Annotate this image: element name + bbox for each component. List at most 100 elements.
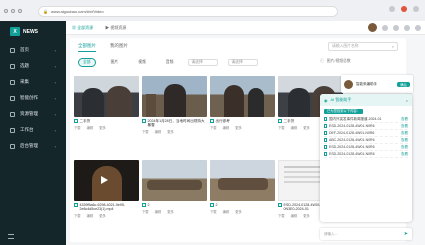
sidebar-item-home[interactable]: 首页 › — [0, 43, 66, 57]
checkbox[interactable] — [210, 119, 214, 123]
view-link[interactable]: 查看 — [401, 117, 408, 122]
edit-button[interactable]: 编辑 — [87, 125, 94, 130]
download-button[interactable]: 下载 — [210, 125, 217, 130]
more-button[interactable]: 更多 — [235, 125, 242, 130]
media-card[interactable]: 2 下载 编辑 更多 — [210, 160, 275, 218]
filter-video[interactable]: 视频 — [133, 58, 151, 67]
sidebar-item-resources[interactable]: 资源管理 › — [0, 107, 66, 121]
address-bar[interactable]: 🔒 www.aigoubao.com/#/nfVideo — [38, 6, 338, 17]
thumbnail[interactable] — [74, 160, 139, 201]
chat-input[interactable]: 请输入... ➤ — [320, 228, 412, 240]
content-tabs: 全部图片 我的图片 — [78, 43, 128, 52]
download-button[interactable]: 下载 — [74, 125, 81, 130]
sidebar-item-create[interactable]: 智能创作 › — [0, 91, 66, 105]
thumbnail[interactable] — [142, 76, 207, 117]
more-button[interactable]: 更多 — [235, 209, 242, 214]
edit-button[interactable]: 编辑 — [291, 213, 298, 218]
settings-icon[interactable] — [415, 24, 421, 31]
tab-my-images[interactable]: 我的图片 — [110, 43, 128, 52]
home-icon — [10, 47, 15, 53]
edit-button[interactable]: 编辑 — [155, 209, 162, 214]
collapse-icon[interactable] — [8, 234, 14, 239]
checkbox[interactable] — [278, 119, 282, 123]
tab-all-images[interactable]: 全部图片 — [78, 43, 96, 52]
result-item[interactable]: ESD-2024-0128-4W01-N0R6 查看 — [324, 151, 408, 158]
download-button[interactable]: 下载 — [142, 209, 149, 214]
type-select[interactable]: 请选择 — [188, 59, 219, 66]
result-text: 国内外突发事件新闻报道-2024-01 — [329, 116, 382, 121]
sidebar-item-collect[interactable]: 采集 › — [0, 75, 66, 89]
media-card[interactable]: 二手货 下载 编辑 更多 — [74, 76, 139, 134]
edit-button[interactable]: 编辑 — [155, 129, 162, 134]
download-button[interactable]: 下载 — [278, 213, 285, 218]
assistant-intro: 已为您找到以下内容： — [324, 109, 408, 114]
top-tab-video[interactable]: ▶ 视频资源 — [105, 25, 126, 31]
edit-button[interactable]: 编辑 — [223, 125, 230, 130]
checkbox[interactable] — [210, 203, 214, 207]
checkbox[interactable] — [142, 119, 146, 123]
extension-icon[interactable] — [389, 6, 395, 12]
thumbnail[interactable] — [74, 76, 139, 117]
forward-icon[interactable] — [11, 8, 15, 13]
view-link[interactable]: 查看 — [401, 131, 408, 136]
reload-icon[interactable] — [18, 8, 22, 13]
thumbnail[interactable] — [210, 160, 275, 201]
more-button[interactable]: 更多 — [303, 213, 310, 218]
sidebar-item-topics[interactable]: 选题 › — [0, 59, 66, 73]
edit-button[interactable]: 编辑 — [87, 213, 94, 218]
view-link[interactable]: 查看 — [401, 124, 408, 129]
checkbox[interactable] — [74, 203, 78, 207]
thumbnail[interactable] — [210, 76, 275, 117]
result-item[interactable]: DEF-2024-0128-4W01-N0R6 查看 — [324, 130, 408, 137]
filter-image[interactable]: 图片 — [106, 58, 124, 67]
message-icon[interactable] — [393, 24, 399, 31]
back-icon[interactable] — [4, 8, 8, 13]
card-title: 4339f5a6c-6298-4021-9e95-2e8c4d5ce23(1).… — [74, 203, 139, 211]
edit-button[interactable]: 编辑 — [291, 125, 298, 130]
view-link[interactable]: 查看 — [401, 145, 408, 150]
checkbox[interactable] — [74, 119, 78, 123]
profile-icon[interactable] — [401, 6, 407, 12]
filter-all[interactable]: 全部 — [78, 58, 96, 67]
sidebar-item-admin[interactable]: 后台管理 › — [0, 139, 66, 153]
media-card[interactable]: 出行参考 下载 编辑 更多 — [210, 76, 275, 134]
checkbox[interactable] — [142, 203, 146, 207]
edit-button[interactable]: 编辑 — [223, 209, 230, 214]
app-logo[interactable]: X NEWS — [10, 27, 38, 36]
download-button[interactable]: 下载 — [278, 125, 285, 130]
result-item[interactable]: ESD-2024-0128-4W01-N0R6 查看 — [324, 123, 408, 130]
download-button[interactable]: 下载 — [210, 209, 217, 214]
filter-audio[interactable]: 音频 — [161, 58, 179, 67]
thumbnail[interactable] — [142, 160, 207, 201]
view-link[interactable]: 查看 — [401, 152, 408, 157]
help-icon[interactable] — [404, 24, 410, 31]
bell-icon[interactable] — [382, 24, 388, 31]
play-icon[interactable] — [101, 176, 108, 184]
user-avatar[interactable] — [368, 23, 377, 32]
checkbox[interactable] — [278, 203, 282, 207]
download-button[interactable]: 下载 — [74, 213, 81, 218]
search-icon[interactable]: ⌕ — [392, 45, 394, 49]
date-select[interactable]: 请选择 — [228, 59, 259, 66]
search-input[interactable]: 请输入图片名称 ⌕ — [328, 42, 398, 51]
confirm-button[interactable]: 确认 — [397, 81, 410, 87]
more-button[interactable]: 更多 — [99, 125, 106, 130]
result-item[interactable]: ABC-2024-0128-4W01-N0R6 查看 — [324, 137, 408, 144]
media-card[interactable]: 2 下载 编辑 更多 — [142, 160, 207, 218]
more-button[interactable]: 更多 — [303, 125, 310, 130]
more-button[interactable]: 更多 — [167, 129, 174, 134]
close-icon[interactable]: × — [406, 98, 408, 103]
download-button[interactable]: 下载 — [142, 129, 149, 134]
media-card[interactable]: 2024年1月28日，当地时间出现特大暴雪 下载 编辑 更多 — [142, 76, 207, 134]
more-button[interactable]: 更多 — [167, 209, 174, 214]
result-item[interactable]: ESD-2024-0128-4W01-N0R6 查看 — [324, 144, 408, 151]
view-link[interactable]: 查看 — [401, 138, 408, 143]
menu-icon[interactable] — [413, 6, 419, 12]
create-icon — [10, 95, 15, 101]
media-card[interactable]: 4339f5a6c-6298-4021-9e95-2e8c4d5ce23(1).… — [74, 160, 139, 218]
top-tab-all[interactable]: ▦ 全部资源 — [72, 25, 93, 31]
more-button[interactable]: 更多 — [99, 213, 106, 218]
send-icon[interactable]: ➤ — [404, 231, 408, 237]
sidebar-item-workbench[interactable]: 工作台 › — [0, 123, 66, 137]
result-item[interactable]: 国内外突发事件新闻报道-2024-01 查看 — [324, 116, 408, 123]
